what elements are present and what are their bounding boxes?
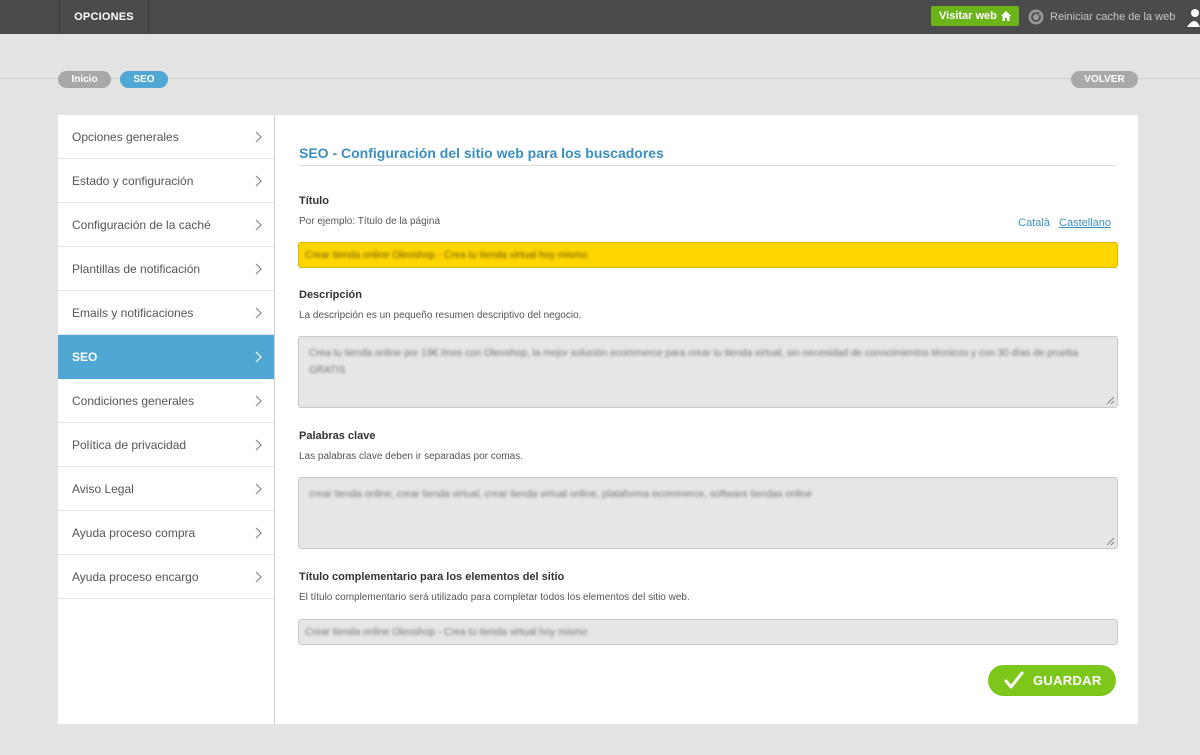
titulo-hint: Por ejemplo: Título de la página	[299, 216, 441, 227]
sidebar-item-ayuda-encargo[interactable]: Ayuda proceso encargo	[58, 555, 274, 599]
chevron-right-icon	[255, 219, 262, 231]
sidebar-item-label: Estado y configuración	[72, 173, 194, 188]
chevron-right-icon	[255, 483, 262, 495]
sidebar-item-label: Política de privacidad	[72, 437, 187, 452]
sidebar-item-emails-notificaciones[interactable]: Emails y notificaciones	[58, 291, 274, 335]
resize-grip-icon[interactable]	[1106, 396, 1115, 405]
titulo-complementario-input[interactable]: Crear tienda online Oleoshop - Crea tu t…	[298, 619, 1118, 645]
home-icon	[1001, 11, 1011, 21]
lang-castellano[interactable]: Castellano	[1059, 217, 1111, 229]
breadcrumb-inicio[interactable]: Inicio	[58, 71, 111, 88]
sidebar-item-label: Ayuda proceso compra	[72, 525, 196, 540]
chevron-right-icon	[255, 395, 262, 407]
lang-catala[interactable]: Català	[1018, 217, 1050, 229]
tab-opciones[interactable]: OPCIONES	[60, 0, 149, 34]
save-label: GUARDAR	[1033, 673, 1102, 688]
chevron-right-icon	[255, 351, 262, 363]
back-button[interactable]: VOLVER	[1071, 71, 1138, 88]
breadcrumb-seo[interactable]: SEO	[120, 71, 168, 88]
chevron-right-icon	[255, 527, 262, 539]
titulo-complementario-hint: El título complementario será utilizado …	[299, 592, 690, 603]
sidebar-item-ayuda-compra[interactable]: Ayuda proceso compra	[58, 511, 274, 555]
visit-web-label: Visitar web	[939, 10, 997, 22]
seo-panel: SEO - Configuración del sitio web para l…	[274, 115, 1138, 724]
chevron-right-icon	[255, 175, 262, 187]
palabras-clave-textarea[interactable]: crear tienda online, crear tienda virtua…	[298, 477, 1118, 549]
sidebar-item-condiciones-generales[interactable]: Condiciones generales	[58, 379, 274, 423]
sidebar: Opciones generales Estado y configuració…	[58, 115, 274, 724]
descripcion-label: Descripción	[299, 289, 362, 301]
sidebar-item-estado-configuracion[interactable]: Estado y configuración	[58, 159, 274, 203]
save-button[interactable]: GUARDAR	[988, 665, 1116, 696]
chevron-right-icon	[255, 263, 262, 275]
titulo-complementario-label: Título complementario para los elementos…	[299, 571, 565, 583]
palabras-clave-label: Palabras clave	[299, 430, 376, 442]
chevron-right-icon	[255, 571, 262, 583]
sidebar-item-label: Opciones generales	[72, 129, 179, 144]
descripcion-hint: La descripción es un pequeño resumen des…	[299, 310, 582, 321]
chevron-right-icon	[255, 131, 262, 143]
reset-cache-link[interactable]: Reiniciar cache de la web	[1050, 0, 1175, 34]
sidebar-item-label: SEO	[72, 349, 98, 364]
chevron-right-icon	[255, 307, 262, 319]
language-switcher: Català Castellano	[1012, 217, 1111, 229]
palabras-clave-value: crear tienda online, crear tienda virtua…	[309, 489, 813, 500]
titulo-value: Crear tienda online Oleoshop - Crea tu t…	[305, 250, 588, 261]
sidebar-item-label: Condiciones generales	[72, 393, 195, 408]
sidebar-item-label: Ayuda proceso encargo	[72, 569, 199, 584]
user-icon[interactable]	[1186, 7, 1200, 27]
sidebar-item-label: Plantillas de notificación	[72, 261, 201, 276]
top-bar: OPCIONES Visitar web Reiniciar cache de …	[0, 0, 1200, 34]
titulo-input[interactable]: Crear tienda online Oleoshop - Crea tu t…	[298, 242, 1118, 268]
sidebar-item-label: Configuración de la caché	[72, 217, 211, 232]
check-icon	[1004, 671, 1024, 689]
sidebar-item-politica-privacidad[interactable]: Política de privacidad	[58, 423, 274, 467]
descripcion-textarea[interactable]: Crea tu tienda online por 19€ /mes con O…	[298, 336, 1118, 408]
sidebar-item-seo[interactable]: SEO	[58, 335, 274, 379]
sidebar-item-label: Aviso Legal	[72, 481, 134, 496]
sidebar-item-aviso-legal[interactable]: Aviso Legal	[58, 467, 274, 511]
titulo-complementario-value: Crear tienda online Oleoshop - Crea tu t…	[305, 627, 588, 638]
descripcion-value: Crea tu tienda online por 19€ /mes con O…	[309, 348, 1079, 376]
reload-icon[interactable]	[1028, 9, 1044, 25]
titulo-label: Título	[299, 195, 329, 207]
chevron-right-icon	[255, 439, 262, 451]
title-divider	[299, 165, 1116, 166]
sidebar-item-opciones-generales[interactable]: Opciones generales	[58, 115, 274, 159]
breadcrumb-divider	[0, 78, 1200, 79]
page-title: SEO - Configuración del sitio web para l…	[299, 145, 664, 161]
sidebar-item-plantillas-notificacion[interactable]: Plantillas de notificación	[58, 247, 274, 291]
sidebar-item-configuracion-cache[interactable]: Configuración de la caché	[58, 203, 274, 247]
palabras-clave-hint: Las palabras clave deben ir separadas po…	[299, 451, 524, 462]
resize-grip-icon[interactable]	[1106, 537, 1115, 546]
sidebar-item-label: Emails y notificaciones	[72, 305, 194, 320]
visit-web-button[interactable]: Visitar web	[931, 6, 1019, 26]
